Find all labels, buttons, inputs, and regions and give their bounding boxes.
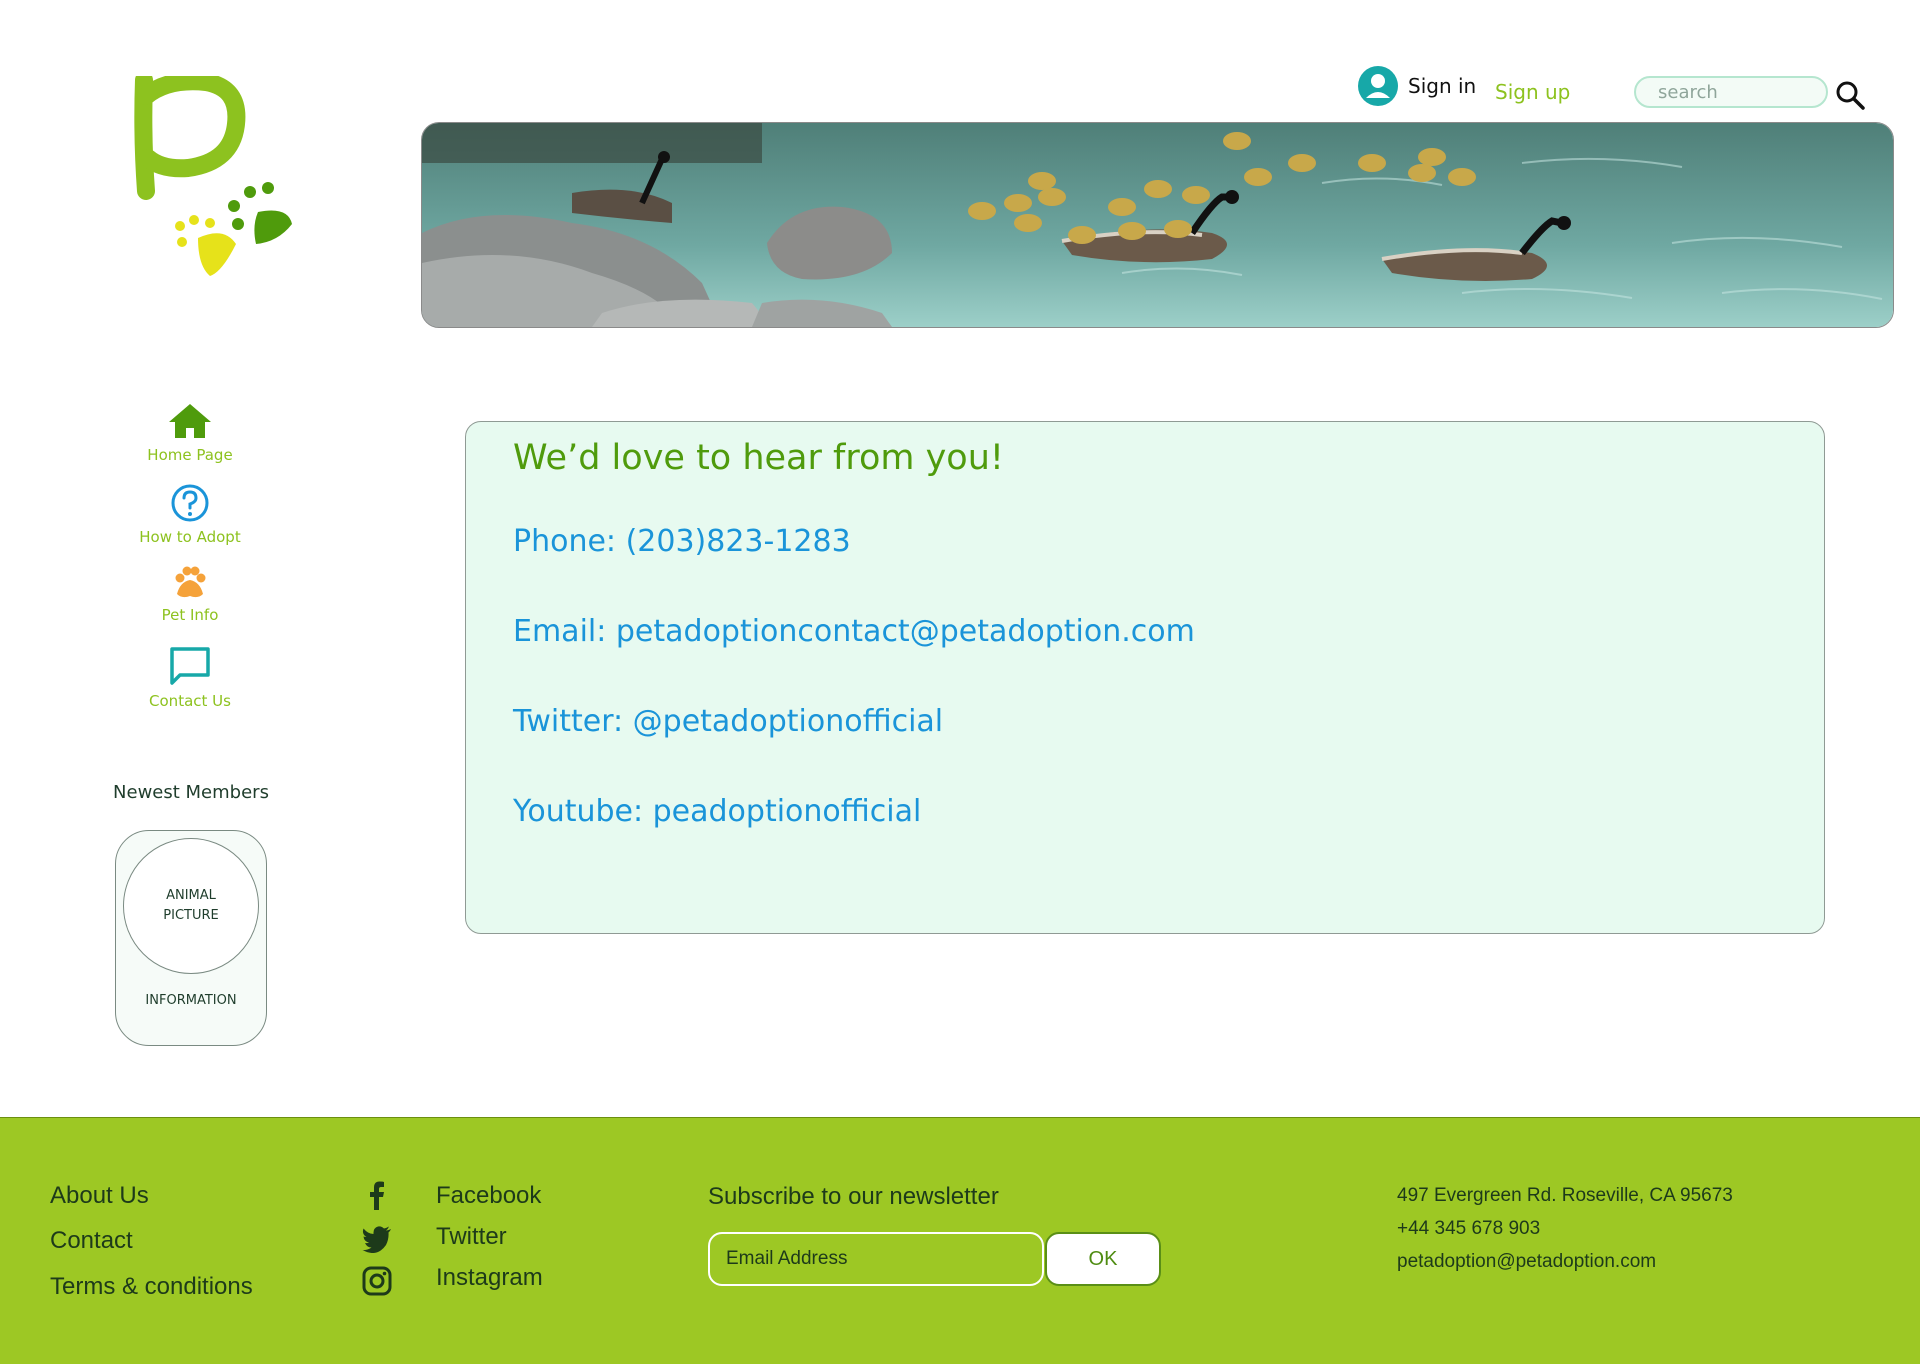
footer: About Us Contact Terms & conditions Face… [0, 1117, 1920, 1364]
nav-home[interactable]: Home Page [120, 402, 260, 464]
chat-icon [170, 647, 210, 685]
footer-phone: +44 345 678 903 [1397, 1218, 1541, 1239]
footer-facebook-link[interactable]: Facebook [436, 1182, 541, 1210]
user-icon [1358, 66, 1398, 106]
nav-how-to-adopt[interactable]: How to Adopt [120, 484, 260, 546]
nav-how-to-adopt-label: How to Adopt [139, 528, 241, 546]
footer-twitter-link[interactable]: Twitter [436, 1223, 507, 1251]
instagram-icon[interactable] [362, 1266, 392, 1296]
contact-email[interactable]: Email: petadoptioncontact@petadoption.co… [513, 614, 1195, 649]
nav-contact-us-label: Contact Us [149, 692, 231, 710]
sign-in-label: Sign in [1408, 74, 1477, 98]
newsletter-ok-button[interactable]: OK [1045, 1232, 1161, 1286]
member-card[interactable]: ANIMAL PICTURE INFORMATION [115, 830, 267, 1046]
banner-image [421, 122, 1894, 328]
facebook-icon[interactable] [362, 1180, 392, 1210]
nav-pet-info-label: Pet Info [161, 606, 219, 624]
contact-title: We’d love to hear from you! [513, 438, 1004, 478]
contact-phone[interactable]: Phone: (203)823-1283 [513, 524, 851, 559]
contact-youtube[interactable]: Youtube: peadoptionofficial [513, 794, 921, 829]
contact-panel: We’d love to hear from you! Phone: (203)… [465, 421, 1825, 934]
newsletter-email-input[interactable] [708, 1232, 1044, 1286]
footer-terms-link[interactable]: Terms & conditions [50, 1273, 253, 1301]
search-icon[interactable] [1834, 79, 1866, 111]
member-info: INFORMATION [145, 993, 237, 1008]
sign-in-link[interactable]: Sign in [1358, 66, 1476, 106]
paw-icon [175, 566, 206, 598]
newsletter-title: Subscribe to our newsletter [708, 1183, 999, 1210]
sign-up-link[interactable]: Sign up [1495, 80, 1570, 104]
logo [134, 76, 292, 276]
footer-email[interactable]: petadoption@petadoption.com [1397, 1251, 1656, 1273]
newest-members-title: Newest Members [113, 782, 269, 803]
footer-contact-link[interactable]: Contact [50, 1227, 133, 1255]
home-icon [169, 404, 211, 438]
nav-home-label: Home Page [147, 446, 233, 464]
footer-about-link[interactable]: About Us [50, 1182, 149, 1210]
nav-pet-info[interactable]: Pet Info [120, 566, 260, 624]
question-icon [171, 484, 209, 522]
member-picture-label: ANIMAL PICTURE [163, 888, 219, 923]
footer-address: 497 Evergreen Rd. Roseville, CA 95673 [1397, 1185, 1733, 1206]
member-picture: ANIMAL PICTURE [123, 838, 259, 974]
twitter-icon[interactable] [362, 1223, 392, 1253]
search-input[interactable] [1634, 76, 1828, 108]
contact-twitter[interactable]: Twitter: @petadoptionofficial [513, 704, 943, 739]
footer-instagram-link[interactable]: Instagram [436, 1264, 543, 1292]
nav-contact-us[interactable]: Contact Us [120, 646, 260, 710]
